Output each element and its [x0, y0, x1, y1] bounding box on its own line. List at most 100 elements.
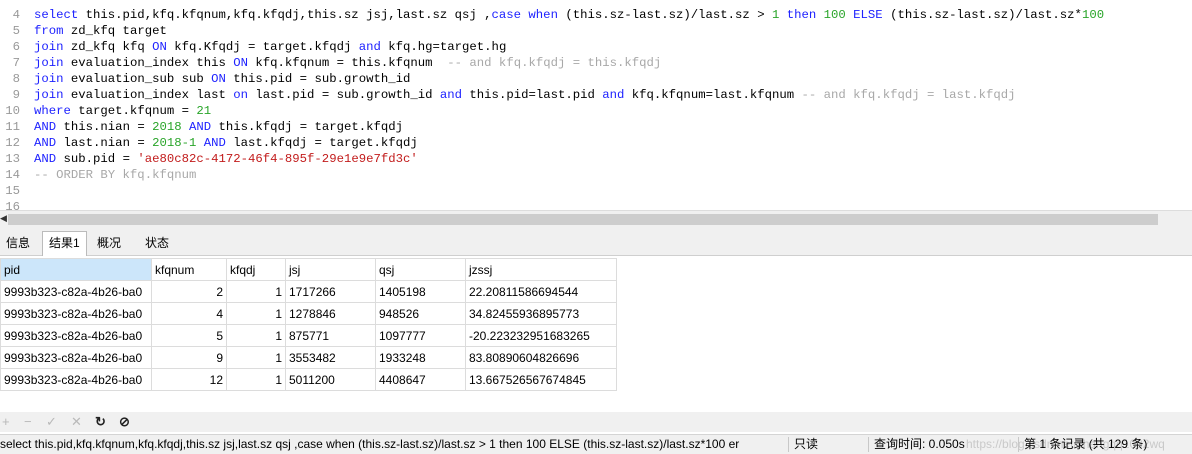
table-row[interactable]: 9993b323-c82a-4b26-ba0 12 1 5011200 4408647 1…: [0, 368, 617, 391]
grid-toolbar: + − ✓ ✕ ↻ ⊘: [0, 412, 1192, 432]
code-line[interactable]: 5 from zd_kfq target: [0, 23, 167, 39]
code-token: select: [34, 8, 86, 22]
code-token: 2018-1: [152, 136, 204, 150]
code-line[interactable]: 16: [0, 199, 34, 210]
table-row[interactable]: 9993b323-c82a-4b26-ba0 2 1 1717266 1405198 22…: [0, 280, 617, 303]
table-cell[interactable]: 875771: [285, 324, 376, 347]
code-token: this.kfqdj = target.kfqdj: [218, 120, 404, 134]
tab-status[interactable]: 状态: [139, 232, 175, 254]
table-cell[interactable]: 13.667526567674845: [465, 368, 617, 391]
table-row[interactable]: 9993b323-c82a-4b26-ba0 9 1 3553482 1933248 83…: [0, 346, 617, 369]
code-line[interactable]: 10 where target.kfqnum = 21: [0, 103, 211, 119]
table-cell[interactable]: 9: [151, 346, 227, 369]
table-cell[interactable]: 22.20811586694544: [465, 280, 617, 303]
code-token: case when: [491, 8, 566, 22]
result-grid: pid kfqnum kfqdj jsj qsj jzssj 9993b323-…: [0, 258, 617, 391]
code-line[interactable]: 15: [0, 183, 34, 199]
code-token: and: [439, 88, 470, 102]
table-row[interactable]: 9993b323-c82a-4b26-ba0 4 1 1278846 948526 34.…: [0, 302, 617, 325]
table-cell[interactable]: 83.80890604826696: [465, 346, 617, 369]
code-token: ON: [233, 56, 256, 70]
refresh-icon[interactable]: ↻: [95, 414, 106, 430]
line-number: 14: [5, 168, 20, 182]
table-cell[interactable]: 1933248: [375, 346, 466, 369]
table-cell[interactable]: 34.82455936895773: [465, 302, 617, 325]
code-line[interactable]: 9 join evaluation_index last on last.pid …: [0, 87, 1016, 103]
code-token: evaluation_sub sub: [70, 72, 212, 86]
code-token: 100: [823, 8, 854, 22]
column-header-kfqdj[interactable]: kfqdj: [226, 258, 286, 281]
code-line[interactable]: 12 AND last.nian = 2018-1 AND last.kfqdj …: [0, 135, 418, 151]
line-number: 12: [5, 136, 20, 150]
code-line[interactable]: 7 join evaluation_index this ON kfq.kfqnu…: [0, 55, 662, 71]
table-cell[interactable]: 9993b323-c82a-4b26-ba0: [0, 280, 152, 303]
table-cell[interactable]: -20.223232951683265: [465, 324, 617, 347]
table-cell[interactable]: 4: [151, 302, 227, 325]
check-icon[interactable]: ✓: [46, 414, 57, 430]
tab-info[interactable]: 信息: [0, 232, 36, 254]
table-cell[interactable]: 3553482: [285, 346, 376, 369]
line-number: 6: [12, 40, 20, 54]
table-cell[interactable]: 1: [226, 346, 286, 369]
code-line[interactable]: 8 join evaluation_sub sub ON this.pid = s…: [0, 71, 411, 87]
table-cell[interactable]: 948526: [375, 302, 466, 325]
table-cell[interactable]: 12: [151, 368, 227, 391]
code-token: kfq.kfqnum = this.kfqnum: [255, 56, 448, 70]
table-cell[interactable]: 1278846: [285, 302, 376, 325]
column-header-kfqnum[interactable]: kfqnum: [151, 258, 227, 281]
line-number: 15: [5, 184, 20, 198]
code-token: 'ae80c82c-4172-46f4-895f-29e1e9e7fd3c': [137, 152, 418, 166]
scrollbar-thumb[interactable]: [8, 214, 1158, 225]
column-header-jsj[interactable]: jsj: [285, 258, 376, 281]
editor-horizontal-scrollbar[interactable]: ◀: [0, 210, 1192, 228]
column-header-qsj[interactable]: qsj: [375, 258, 466, 281]
code-line[interactable]: 6 join zd_kfq kfq ON kfq.Kfqdj = target.k…: [0, 39, 507, 55]
code-line[interactable]: 4 select this.pid,kfq.kfqnum,kfq.kfqdj,th…: [0, 7, 1104, 23]
code-token: ON: [152, 40, 175, 54]
column-header-jzssj[interactable]: jzssj: [465, 258, 617, 281]
tab-overview[interactable]: 概况: [91, 232, 127, 254]
code-token: 21: [196, 104, 212, 118]
table-cell[interactable]: 9993b323-c82a-4b26-ba0: [0, 368, 152, 391]
table-cell[interactable]: 1097777: [375, 324, 466, 347]
code-line[interactable]: 14 -- ORDER BY kfq.kfqnum: [0, 167, 196, 183]
code-token: and: [358, 40, 389, 54]
code-token: this.nian =: [63, 120, 153, 134]
sql-editor[interactable]: 4 select this.pid,kfq.kfqnum,kfq.kfqdj,th…: [0, 0, 1192, 210]
minus-icon[interactable]: −: [24, 414, 32, 429]
code-token: from: [34, 24, 71, 38]
code-token: (this.sz-last.sz)/last.sz >: [565, 8, 772, 22]
table-cell[interactable]: 1: [226, 324, 286, 347]
code-line[interactable]: 13 AND sub.pid = 'ae80c82c-4172-46f4-895f…: [0, 151, 418, 167]
column-header-pid[interactable]: pid: [0, 258, 152, 281]
table-cell[interactable]: 1: [226, 302, 286, 325]
code-token: AND: [34, 120, 64, 134]
scroll-left-icon[interactable]: ◀: [0, 213, 7, 224]
table-cell[interactable]: 4408647: [375, 368, 466, 391]
stop-icon[interactable]: ⊘: [119, 414, 130, 430]
code-token: this.pid = sub.growth_id: [233, 72, 411, 86]
code-token: ON: [211, 72, 234, 86]
table-cell[interactable]: 1405198: [375, 280, 466, 303]
table-cell[interactable]: 5: [151, 324, 227, 347]
table-cell[interactable]: 2: [151, 280, 227, 303]
table-cell[interactable]: 1: [226, 280, 286, 303]
table-row[interactable]: 9993b323-c82a-4b26-ba0 5 1 875771 1097777 -20…: [0, 324, 617, 347]
table-cell[interactable]: 1717266: [285, 280, 376, 303]
plus-icon[interactable]: +: [2, 414, 10, 429]
cross-icon[interactable]: ✕: [71, 414, 82, 430]
table-cell[interactable]: 5011200: [285, 368, 376, 391]
code-token: AND: [34, 152, 64, 166]
tab-result1[interactable]: 结果1: [42, 231, 87, 256]
code-token: AND: [203, 136, 234, 150]
code-line[interactable]: 11 AND this.nian = 2018 AND this.kfqdj = …: [0, 119, 403, 135]
table-cell[interactable]: 9993b323-c82a-4b26-ba0: [0, 346, 152, 369]
table-cell[interactable]: 9993b323-c82a-4b26-ba0: [0, 302, 152, 325]
code-token: kfq.Kfqdj = target.kfqdj: [174, 40, 359, 54]
code-token: target.kfqnum =: [78, 104, 197, 118]
result-tabs: 信息 结果1 概况 状态: [0, 228, 1192, 256]
status-mode: 只读: [794, 437, 819, 451]
line-number: 8: [12, 72, 20, 86]
table-cell[interactable]: 1: [226, 368, 286, 391]
table-cell[interactable]: 9993b323-c82a-4b26-ba0: [0, 324, 152, 347]
